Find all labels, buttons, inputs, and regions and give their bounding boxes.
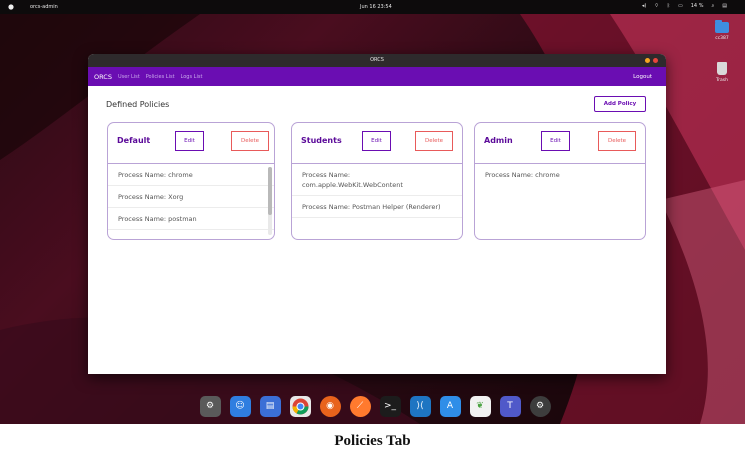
finder-icon[interactable]: ☺ [229,395,251,417]
logout-link[interactable]: Logout [633,74,652,80]
volume-icon[interactable]: ◂) [642,3,646,9]
nav-link-user-list[interactable]: User List [118,74,140,80]
system-tray: ◂) ⌔ ᛒ ▭ 14 % ⌕ ▤ [642,3,727,9]
terminal-icon[interactable]: >_ [379,395,401,417]
mongodb-icon[interactable]: ❦ [469,395,491,417]
scrollbar-thumb[interactable] [268,167,272,215]
process-list[interactable]: Process Name: chrome [475,164,645,239]
main-content: Defined Policies Add Policy Default Edit… [88,86,666,374]
policy-card-header: Admin Edit Delete [475,123,645,164]
app-store-icon[interactable]: A [439,395,461,417]
delete-policy-button[interactable]: Delete [231,131,269,151]
policy-card-header: Default Edit Delete [108,123,274,164]
policy-card-header: Students Edit Delete [292,123,462,164]
control-center-icon[interactable]: ▤ [722,3,727,9]
battery-percent: 14 % [690,3,704,9]
apple-logo-icon[interactable] [8,3,14,10]
desktop-folder-label: cc387 [715,36,729,41]
chrome-icon[interactable] [289,395,311,417]
desktop-trash-label: Trash [716,78,728,83]
window-titlebar[interactable]: ORCS [88,54,666,67]
nav-link-policies-list[interactable]: Policies List [146,74,175,80]
orcs-window: ORCS ORCS User List Policies List Logs L… [88,54,666,374]
policy-name: Students [301,136,342,145]
search-icon[interactable]: ⌕ [711,3,714,9]
desktop-folder[interactable]: cc387 [707,20,737,41]
clock[interactable]: Jun 16 23:54 [360,4,392,10]
app-navbar: ORCS User List Policies List Logs List L… [88,67,666,86]
settings-icon[interactable]: ⚙ [199,395,221,417]
edit-policy-button[interactable]: Edit [175,131,204,151]
vscode-icon[interactable]: ⟩⟨ [409,395,431,417]
add-policy-button[interactable]: Add Policy [594,96,646,112]
trash-icon [717,62,727,75]
figure-caption: Policies Tab [334,433,411,449]
edit-policy-button[interactable]: Edit [362,131,391,151]
policy-card-admin: Admin Edit Delete Process Name: chrome [474,122,646,240]
process-item: Process Name: Xorg [108,186,274,208]
battery-icon[interactable]: ▭ [678,3,683,9]
process-item: Process Name: chrome [485,171,560,179]
teams-icon[interactable]: T [499,395,521,417]
process-list[interactable]: Process Name: com.apple.WebKit.WebConten… [292,164,462,239]
process-list-scrollbar[interactable] [268,167,272,235]
desktop: orcs-admin Jun 16 23:54 ◂) ⌔ ᛒ ▭ 14 % ⌕ … [0,0,745,424]
close-button[interactable] [653,58,658,63]
nav-link-logs-list[interactable]: Logs List [181,74,203,80]
settings-gear-icon[interactable]: ⚙ [529,395,551,417]
wifi-icon[interactable]: ⌔ [654,3,659,9]
process-item: Process Name: postman [108,208,274,230]
process-item: Process Name: com.apple.WebKit.WebConten… [292,164,462,196]
window-title: ORCS [370,57,384,63]
dock: ⚙ ☺ ▤ ◉ ⟋ >_ ⟩⟨ A ❦ T ⚙ [180,391,570,421]
files-icon[interactable]: ▤ [259,395,281,417]
process-item: Process Name: Postman Helper (Renderer) [292,196,462,218]
bluetooth-icon[interactable]: ᛒ [667,3,670,9]
active-app-name: orcs-admin [30,4,58,10]
app-brand[interactable]: ORCS [94,73,112,81]
page-title: Defined Policies [106,100,170,109]
delete-policy-button[interactable]: Delete [415,131,453,151]
minimize-button[interactable] [645,58,650,63]
system-top-bar: orcs-admin Jun 16 23:54 ◂) ⌔ ᛒ ▭ 14 % ⌕ … [0,0,745,14]
desktop-trash[interactable]: Trash [707,62,737,83]
policy-card-default: Default Edit Delete Process Name: chrome… [107,122,275,240]
policy-name: Default [117,136,151,145]
delete-policy-button[interactable]: Delete [598,131,636,151]
folder-icon [715,20,729,33]
policy-card-students: Students Edit Delete Process Name: com.a… [291,122,463,240]
process-item: Process Name: chrome [108,164,274,186]
edit-policy-button[interactable]: Edit [541,131,570,151]
firefox-icon[interactable]: ◉ [319,395,341,417]
safari-icon[interactable]: ⟋ [349,395,371,417]
policy-name: Admin [484,136,513,145]
process-list[interactable]: Process Name: chrome Process Name: Xorg … [108,164,274,239]
